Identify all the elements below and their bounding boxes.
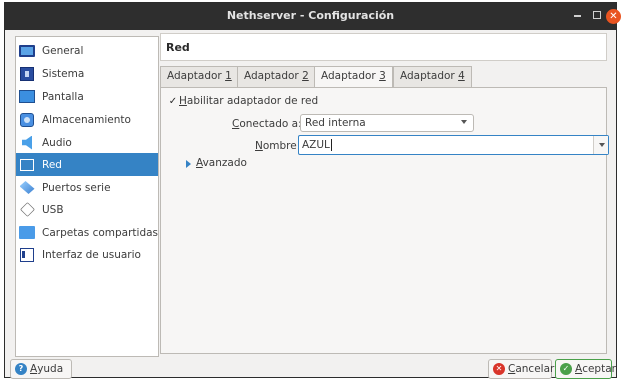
sidebar-item-label: Red <box>42 158 62 171</box>
sidebar-item-label: Puertos serie <box>42 181 111 194</box>
enable-adapter-checkbox[interactable]: ✓ <box>168 96 178 107</box>
titlebar[interactable]: Nethserver - Configuración ✕ <box>5 3 621 30</box>
window-title: Nethserver - Configuración <box>226 9 395 22</box>
page-title: Red <box>166 41 190 54</box>
sidebar-item-label: Interfaz de usuario <box>42 248 141 261</box>
usb-icon <box>19 202 35 218</box>
sidebar-item-label: Sistema <box>42 67 85 80</box>
cancel-icon: ✕ <box>493 363 505 375</box>
sidebar-item-interfaz-de-usuario[interactable]: Interfaz de usuario <box>16 243 158 266</box>
sidebar-item-label: Audio <box>42 136 72 149</box>
user-interface-icon <box>19 247 35 263</box>
sidebar-item-audio[interactable]: Audio <box>16 131 158 154</box>
close-icon[interactable]: ✕ <box>606 9 621 24</box>
sidebar-item-sistema[interactable]: Sistema <box>16 62 158 85</box>
tab-adaptador-3[interactable]: Adaptador 3 <box>314 66 393 88</box>
name-combo-input[interactable]: AZUL <box>298 135 609 155</box>
name-label: Nombre: <box>255 140 301 152</box>
shared-folders-icon <box>19 225 35 241</box>
sidebar-item-carpetas-compartidas[interactable]: Carpetas compartidas <box>16 221 158 244</box>
name-dropdown-button[interactable] <box>593 136 608 154</box>
sidebar-item-label: USB <box>42 203 64 216</box>
enable-adapter-label[interactable]: Habilitar adaptador de red <box>179 95 318 107</box>
sidebar-item-puertos-serie[interactable]: Puertos serie <box>16 176 158 199</box>
attached-to-label: Conectado a: <box>232 118 302 130</box>
sidebar-item-label: Almacenamiento <box>42 113 131 126</box>
sidebar-item-general[interactable]: General <box>16 39 158 62</box>
sidebar-item-pantalla[interactable]: Pantalla <box>16 85 158 108</box>
serial-ports-icon <box>19 180 35 196</box>
monitor-icon <box>19 43 35 59</box>
name-value: AZUL <box>302 139 330 151</box>
advanced-expander[interactable]: Avanzado <box>196 157 247 169</box>
tab-adaptador-4[interactable]: Adaptador 4 <box>393 66 472 87</box>
sidebar-item-label: Pantalla <box>42 90 84 103</box>
sidebar-item-label: General <box>42 44 84 57</box>
text-caret <box>330 139 332 151</box>
storage-icon <box>19 112 35 128</box>
chevron-down-icon <box>599 143 605 147</box>
cancel-button[interactable]: ✕ Cancelar <box>488 359 554 379</box>
sidebar-item-almacenamiento[interactable]: Almacenamiento <box>16 108 158 131</box>
help-button[interactable]: ? Ayuda <box>10 359 72 379</box>
accept-icon: ✓ <box>560 363 572 375</box>
maximize-icon[interactable] <box>593 11 601 19</box>
settings-sidebar: General Sistema Pantalla Almacenamiento … <box>15 36 159 357</box>
tab-adaptador-1[interactable]: Adaptador 1 <box>160 66 239 87</box>
network-icon <box>19 157 35 173</box>
page-header: Red <box>160 33 607 61</box>
tab-adaptador-2[interactable]: Adaptador 2 <box>237 66 316 87</box>
display-icon <box>19 89 35 105</box>
sidebar-item-usb[interactable]: USB <box>16 198 158 221</box>
sidebar-item-label: Carpetas compartidas <box>42 226 159 239</box>
help-icon: ? <box>15 363 27 375</box>
chip-icon <box>19 66 35 82</box>
chevron-down-icon <box>461 120 467 124</box>
attached-to-value: Red interna <box>305 117 366 129</box>
expand-triangle-icon[interactable] <box>186 160 191 168</box>
accept-button[interactable]: ✓ Aceptar <box>555 359 616 379</box>
minimize-icon[interactable] <box>574 15 581 17</box>
audio-icon <box>19 135 35 151</box>
attached-to-select[interactable]: Red interna <box>300 114 474 132</box>
sidebar-item-red[interactable]: Red <box>16 153 158 176</box>
